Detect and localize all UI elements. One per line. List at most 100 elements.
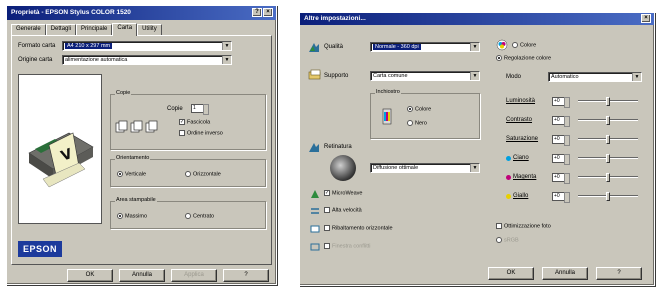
properties-title: Proprietà - EPSON Stylus COLOR 1520: [11, 9, 131, 16]
slider-value-spinner[interactable]: +0: [552, 154, 570, 165]
cancel-button[interactable]: Annulla: [542, 267, 588, 280]
adjust-slider[interactable]: [578, 173, 638, 182]
chevron-down-icon[interactable]: ▼: [470, 43, 479, 51]
slider-thumb[interactable]: [606, 154, 610, 163]
adjust-slider[interactable]: [578, 116, 638, 125]
slider-thumb[interactable]: [606, 192, 610, 201]
halftoning-icon: [309, 143, 319, 152]
close-title-button[interactable]: ×: [263, 8, 273, 17]
epson-logo: EPSON: [18, 241, 62, 257]
adjust-slider[interactable]: [578, 97, 638, 106]
color-adjust-radio[interactable]: Regolazione colore: [496, 55, 551, 61]
tab-carta[interactable]: Carta: [112, 23, 138, 36]
printable-area-group: Area stampabile Massimo Centrato: [110, 197, 266, 229]
orientation-group-title: Orientamento: [115, 155, 151, 161]
flip-horizontal-icon: [310, 225, 320, 233]
apply-button[interactable]: Applica: [171, 269, 217, 282]
maximum-area-radio[interactable]: Massimo: [117, 213, 147, 219]
slider-thumb[interactable]: [606, 135, 610, 144]
microweave-icon: [311, 190, 319, 198]
quality-icon: [309, 43, 319, 52]
slider-value-spinner[interactable]: +0: [552, 97, 570, 108]
cancel-button[interactable]: Annulla: [119, 269, 165, 282]
properties-title-bar[interactable]: Proprietà - EPSON Stylus COLOR 1520 ? ×: [7, 6, 276, 20]
halftoning-select[interactable]: Diffusione ottimale ▼: [370, 163, 480, 173]
ink-dot-icon: [506, 175, 511, 180]
slider-value-spinner[interactable]: +0: [552, 173, 570, 184]
adjust-slider[interactable]: [578, 135, 638, 144]
mode-label: Modo: [506, 74, 522, 80]
slider-label: Saturazione: [506, 136, 539, 142]
orientation-group: Orientamento Verticale Orizzontale: [110, 155, 266, 187]
carta-panel: Formato carta A4 210 x 297 mm ▼ Origine …: [11, 35, 272, 265]
smooth-checkbox[interactable]: Finestra conflitti: [324, 243, 371, 249]
tab-dettagli[interactable]: Dettagli: [45, 24, 77, 35]
adjust-slider[interactable]: [578, 154, 638, 163]
ok-button[interactable]: OK: [488, 267, 534, 280]
ink-group: Inchiostro Colore Nero: [370, 89, 480, 139]
close-title-button[interactable]: ×: [641, 14, 651, 23]
advanced-title-bar[interactable]: Altre impostazioni... ×: [300, 13, 654, 25]
slider-thumb[interactable]: [606, 97, 610, 106]
chevron-down-icon[interactable]: ▼: [470, 72, 479, 80]
help-button[interactable]: ?: [223, 269, 269, 282]
srgb-radio[interactable]: sRGB: [496, 237, 519, 243]
help-button[interactable]: ?: [596, 267, 642, 280]
advanced-settings-window: Altre impostazioni... × Qualità Normale …: [299, 12, 655, 286]
photo-enhance-checkbox[interactable]: Ottimizzazione foto: [496, 223, 551, 229]
printable-area-group-title: Area stampabile: [115, 197, 157, 203]
slider-label: Magenta: [513, 174, 537, 180]
slider-value-spinner[interactable]: +0: [552, 135, 570, 146]
collate-checkbox[interactable]: ✓ Fascicola: [179, 119, 210, 125]
printer-properties-window: Proprietà - EPSON Stylus COLOR 1520 ? × …: [6, 5, 277, 285]
printer-illustration-icon: V: [28, 132, 94, 188]
media-select[interactable]: Carta comune ▼: [370, 71, 480, 81]
high-speed-checkbox[interactable]: Alta velocità: [324, 207, 362, 213]
tab-generale[interactable]: Generale: [11, 24, 46, 35]
flip-horizontal-checkbox[interactable]: Ribaltamento orizzontale: [324, 225, 393, 231]
slider-thumb[interactable]: [606, 173, 610, 182]
high-speed-icon: [311, 208, 319, 214]
paper-source-select[interactable]: alimentazione automatica ▼: [62, 55, 232, 65]
copies-spinner[interactable]: 1: [191, 104, 209, 115]
mode-select[interactable]: Automatico ▼: [548, 72, 642, 82]
ok-button[interactable]: OK: [67, 269, 113, 282]
color-ink-radio[interactable]: Colore: [407, 106, 431, 112]
halftoning-label: Retinatura: [324, 144, 352, 150]
slider-label: Contrasto: [506, 117, 533, 123]
slider-value-spinner[interactable]: +0: [552, 192, 570, 203]
tab-utility[interactable]: Utility: [137, 24, 162, 35]
ink-group-title: Inchiostro: [375, 89, 401, 95]
slider-label: Luminosità: [506, 98, 536, 104]
advanced-title: Altre impostazioni...: [304, 15, 366, 22]
quality-label: Qualità: [324, 44, 344, 50]
reverse-order-checkbox[interactable]: Ordine inverso: [179, 130, 223, 136]
chevron-down-icon[interactable]: ▼: [470, 164, 479, 172]
color-radio[interactable]: Colore: [512, 42, 536, 48]
chevron-down-icon[interactable]: ▼: [222, 42, 231, 50]
help-title-button[interactable]: ?: [252, 8, 262, 17]
chevron-down-icon[interactable]: ▼: [632, 73, 641, 81]
paper-size-select[interactable]: A4 210 x 297 mm ▼: [62, 41, 232, 51]
halftone-preview: [330, 155, 356, 181]
landscape-radio[interactable]: Orizzontale: [185, 171, 221, 177]
centered-area-radio[interactable]: Centrato: [185, 213, 214, 219]
collate-pages-icon: [115, 120, 158, 133]
media-label: Supporto: [324, 73, 349, 79]
portrait-radio[interactable]: Verticale: [117, 171, 146, 177]
media-icon: [308, 69, 321, 80]
chevron-down-icon[interactable]: ▼: [222, 56, 231, 64]
copies-group-title: Copie: [115, 90, 132, 96]
ink-dot-icon: [506, 194, 511, 199]
adjust-slider[interactable]: [578, 192, 638, 201]
copies-label: Copie: [167, 106, 183, 112]
slider-thumb[interactable]: [606, 116, 610, 125]
smooth-icon: [310, 243, 320, 251]
quality-select[interactable]: Normale - 360 dpi ▼: [370, 42, 480, 52]
black-ink-radio[interactable]: Nero: [407, 120, 427, 126]
microweave-checkbox[interactable]: ✓ MicroWeave: [324, 190, 362, 196]
tab-principale[interactable]: Principale: [76, 24, 113, 35]
slider-value-spinner[interactable]: +0: [552, 116, 570, 127]
slider-label: Giallo: [513, 193, 529, 199]
copies-group: Copie Copie 1 ✓ Fascicola Ordine inverso: [110, 90, 266, 150]
